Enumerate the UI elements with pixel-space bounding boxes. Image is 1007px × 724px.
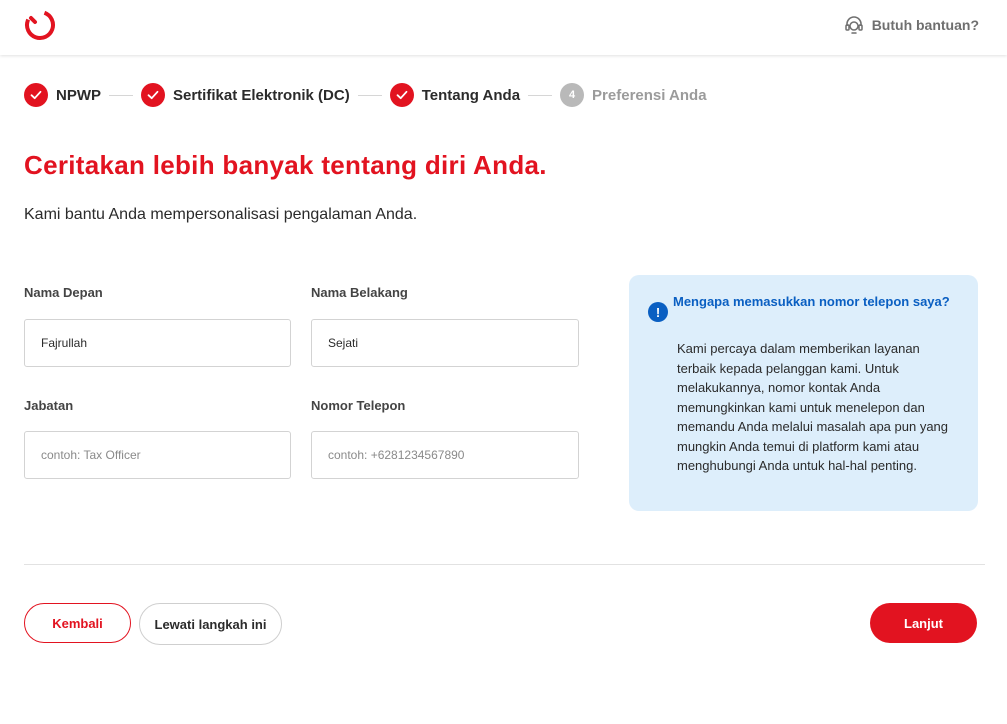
top-bar: Butuh bantuan? (0, 0, 1007, 55)
step-preferensi: 4 Preferensi Anda (560, 83, 707, 107)
step-label: Tentang Anda (421, 86, 521, 104)
position-label: Jabatan (24, 398, 74, 413)
position-input[interactable] (24, 431, 291, 479)
page-title: Ceritakan lebih banyak tentang diri Anda… (24, 150, 547, 180)
step-label: Sertifikat Elektronik (DC) (173, 86, 350, 104)
step-divider (528, 94, 553, 96)
page-subtitle: Kami bantu Anda mempersonalisasi pengala… (24, 206, 418, 223)
help-link[interactable]: Butuh bantuan? (844, 15, 979, 35)
step-divider (109, 94, 133, 96)
headset-icon (844, 15, 864, 35)
skip-button[interactable]: Lewati langkah ini (139, 603, 282, 645)
info-title: Mengapa memasukkan nomor telepon saya? (673, 294, 950, 309)
step-divider (357, 94, 382, 96)
step-tentang-anda[interactable]: Tentang Anda (389, 83, 521, 107)
help-label: Butuh bantuan? (871, 17, 979, 33)
info-icon: ! (648, 302, 668, 322)
step-label: NPWP (56, 86, 101, 104)
phone-label: Nomor Telepon (311, 398, 406, 413)
step-sertifikat[interactable]: Sertifikat Elektronik (DC) (141, 83, 350, 107)
phone-input[interactable] (311, 431, 579, 479)
next-button[interactable]: Lanjut (870, 603, 977, 643)
back-button[interactable]: Kembali (24, 603, 131, 643)
last-name-label: Nama Belakang (311, 285, 408, 300)
check-icon (24, 83, 48, 107)
first-name-label: Nama Depan (24, 285, 103, 300)
check-icon (389, 83, 414, 107)
check-icon (141, 83, 165, 107)
step-label: Preferensi Anda (592, 86, 707, 104)
progress-stepper: NPWP Sertifikat Elektronik (DC) Tentang … (24, 82, 707, 108)
step-npwp[interactable]: NPWP (24, 83, 101, 107)
footer-divider (24, 564, 985, 565)
step-number: 4 (560, 83, 585, 107)
last-name-input[interactable] (311, 319, 579, 367)
info-body: Kami percaya dalam memberikan layanan te… (677, 341, 949, 473)
logo-icon[interactable] (24, 9, 56, 41)
first-name-input[interactable] (24, 319, 291, 367)
info-box: ! Mengapa memasukkan nomor telepon saya?… (629, 275, 978, 511)
